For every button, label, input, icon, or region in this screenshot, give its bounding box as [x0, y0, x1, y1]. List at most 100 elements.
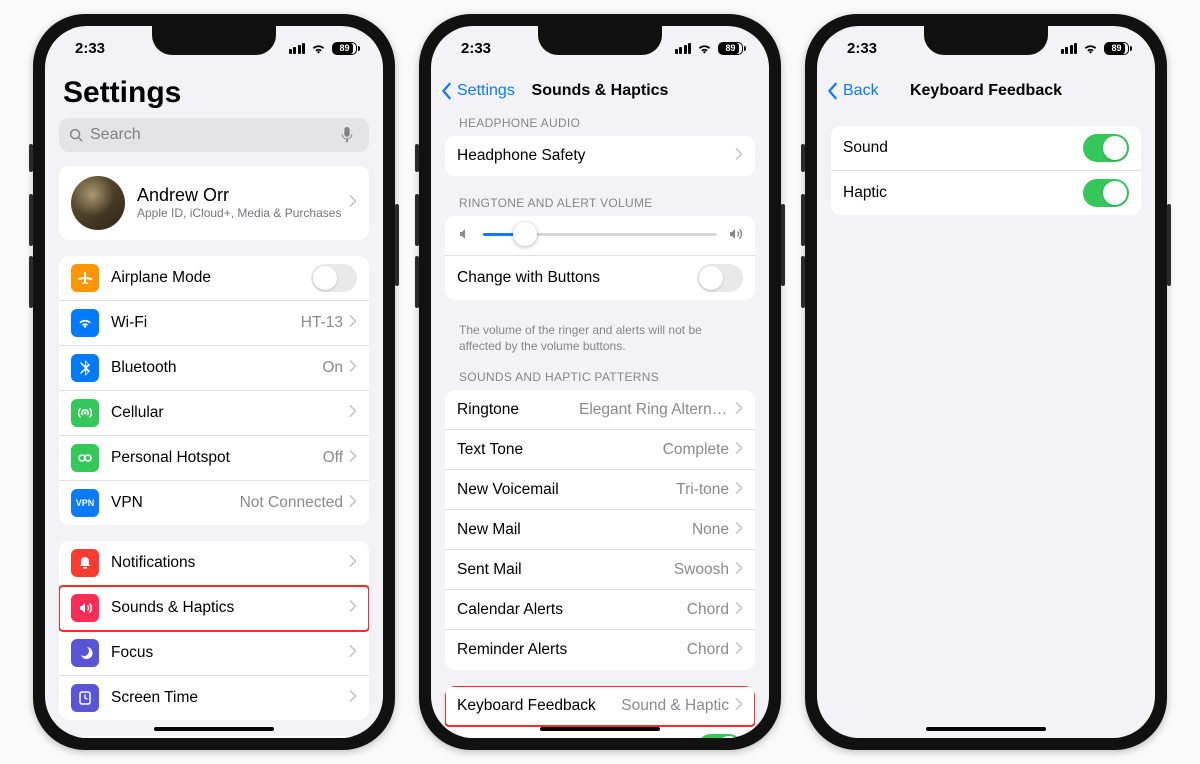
- status-bar: 2:33 89: [45, 26, 383, 70]
- vpn-icon: VPN: [71, 489, 99, 517]
- chevron-right-icon: [735, 561, 743, 579]
- chevron-right-icon: [735, 601, 743, 619]
- chevron-left-icon: [441, 82, 453, 100]
- chevron-right-icon: [349, 599, 357, 617]
- clock: 2:33: [75, 40, 105, 57]
- battery-icon: 89: [332, 42, 357, 55]
- clock: 2:33: [847, 40, 877, 57]
- ringer-footer: The volume of the ringer and alerts will…: [445, 316, 755, 366]
- cellular-icon: [71, 399, 99, 427]
- nav-title: Sounds & Haptics: [532, 82, 669, 100]
- search-placeholder: Search: [90, 126, 341, 144]
- airplane-icon: [71, 264, 99, 292]
- sounds-icon: [71, 594, 99, 622]
- airplane-toggle[interactable]: [311, 264, 357, 292]
- keyboard-feedback-row[interactable]: Keyboard FeedbackSound & Haptic: [445, 686, 755, 726]
- status-bar: 2:33 89: [817, 26, 1155, 70]
- notifications-icon: [71, 549, 99, 577]
- section-header-headphone: Headphone Audio: [445, 112, 755, 136]
- chevron-left-icon: [827, 82, 839, 100]
- vpn-row[interactable]: VPN VPN Not Connected: [59, 481, 369, 525]
- chevron-right-icon: [349, 494, 357, 512]
- chevron-right-icon: [735, 697, 743, 715]
- profile-subtitle: Apple ID, iCloud+, Media & Purchases: [137, 206, 349, 221]
- home-indicator[interactable]: [926, 727, 1046, 732]
- hotspot-icon: [71, 444, 99, 472]
- bluetooth-icon: [71, 354, 99, 382]
- keyboard-haptic-row[interactable]: Haptic: [831, 171, 1141, 215]
- chevron-right-icon: [735, 481, 743, 499]
- microphone-icon[interactable]: [341, 127, 353, 143]
- chevron-right-icon: [349, 194, 357, 212]
- calendar-alerts-row[interactable]: Calendar AlertsChord: [445, 590, 755, 630]
- home-indicator[interactable]: [540, 727, 660, 732]
- chevron-right-icon: [349, 359, 357, 377]
- hotspot-row[interactable]: Personal Hotspot Off: [59, 436, 369, 481]
- chevron-right-icon: [735, 147, 743, 165]
- new-voicemail-row[interactable]: New VoicemailTri-tone: [445, 470, 755, 510]
- section-header-ringer: Ringtone and Alert Volume: [445, 192, 755, 216]
- airplane-mode-row[interactable]: Airplane Mode: [59, 256, 369, 301]
- wifi-icon: [310, 42, 327, 55]
- back-button[interactable]: Back: [827, 82, 879, 100]
- ringtone-row[interactable]: RingtoneElegant Ring Alternative / Cle…: [445, 390, 755, 430]
- phone-settings-root: 2:33 89 Settings Search Andrew Orr Apple: [33, 14, 395, 750]
- cellular-signal-icon: [289, 43, 306, 54]
- chevron-right-icon: [349, 689, 357, 707]
- change-with-buttons-row[interactable]: Change with Buttons: [445, 256, 755, 300]
- phone-sounds-haptics: 2:33 89 Settings Sounds & Haptics Headph…: [419, 14, 781, 750]
- change-buttons-toggle[interactable]: [697, 264, 743, 292]
- cellular-signal-icon: [1061, 43, 1078, 54]
- volume-slider[interactable]: [483, 233, 717, 236]
- nav-title: Keyboard Feedback: [910, 82, 1062, 100]
- wifi-icon: [1082, 42, 1099, 55]
- chevron-right-icon: [349, 449, 357, 467]
- wifi-icon: [696, 42, 713, 55]
- screen-time-icon: [71, 684, 99, 712]
- phone-keyboard-feedback: 2:33 89 Back Keyboard Feedback Sound H: [805, 14, 1167, 750]
- new-mail-row[interactable]: New MailNone: [445, 510, 755, 550]
- back-button[interactable]: Settings: [441, 82, 515, 100]
- home-indicator[interactable]: [154, 727, 274, 732]
- wifi-row[interactable]: Wi-Fi HT-13: [59, 301, 369, 346]
- status-bar: 2:33 89: [431, 26, 769, 70]
- chevron-right-icon: [735, 441, 743, 459]
- general-row[interactable]: General: [59, 736, 369, 738]
- text-tone-row[interactable]: Text ToneComplete: [445, 430, 755, 470]
- volume-slider-row: [445, 216, 755, 256]
- keyboard-sound-row[interactable]: Sound: [831, 126, 1141, 171]
- notifications-row[interactable]: Notifications: [59, 541, 369, 586]
- cellular-signal-icon: [675, 43, 692, 54]
- keyboard-haptic-toggle[interactable]: [1083, 179, 1129, 207]
- keyboard-sound-toggle[interactable]: [1083, 134, 1129, 162]
- reminder-alerts-row[interactable]: Reminder AlertsChord: [445, 630, 755, 670]
- search-input[interactable]: Search: [59, 118, 369, 152]
- clock: 2:33: [461, 40, 491, 57]
- chevron-right-icon: [735, 641, 743, 659]
- nav-bar: Back Keyboard Feedback: [817, 70, 1155, 112]
- cellular-row[interactable]: Cellular: [59, 391, 369, 436]
- chevron-right-icon: [349, 314, 357, 332]
- screen-time-row[interactable]: Screen Time: [59, 676, 369, 720]
- chevron-right-icon: [349, 404, 357, 422]
- headphone-safety-row[interactable]: Headphone Safety: [445, 136, 755, 176]
- focus-row[interactable]: Focus: [59, 631, 369, 676]
- chevron-right-icon: [735, 401, 743, 419]
- apple-id-row[interactable]: Andrew Orr Apple ID, iCloud+, Media & Pu…: [59, 166, 369, 240]
- sounds-haptics-row[interactable]: Sounds & Haptics: [59, 586, 369, 631]
- page-title: Settings: [59, 70, 369, 118]
- profile-name: Andrew Orr: [137, 185, 349, 207]
- nav-bar: Settings Sounds & Haptics: [431, 70, 769, 112]
- lock-sound-toggle[interactable]: [697, 734, 743, 738]
- battery-icon: 89: [718, 42, 743, 55]
- wifi-settings-icon: [71, 309, 99, 337]
- chevron-right-icon: [349, 644, 357, 662]
- chevron-right-icon: [349, 554, 357, 572]
- volume-high-icon: [727, 226, 743, 242]
- bluetooth-row[interactable]: Bluetooth On: [59, 346, 369, 391]
- volume-low-icon: [457, 226, 473, 242]
- focus-icon: [71, 639, 99, 667]
- avatar: [71, 176, 125, 230]
- section-header-patterns: Sounds and Haptic Patterns: [445, 366, 755, 390]
- sent-mail-row[interactable]: Sent MailSwoosh: [445, 550, 755, 590]
